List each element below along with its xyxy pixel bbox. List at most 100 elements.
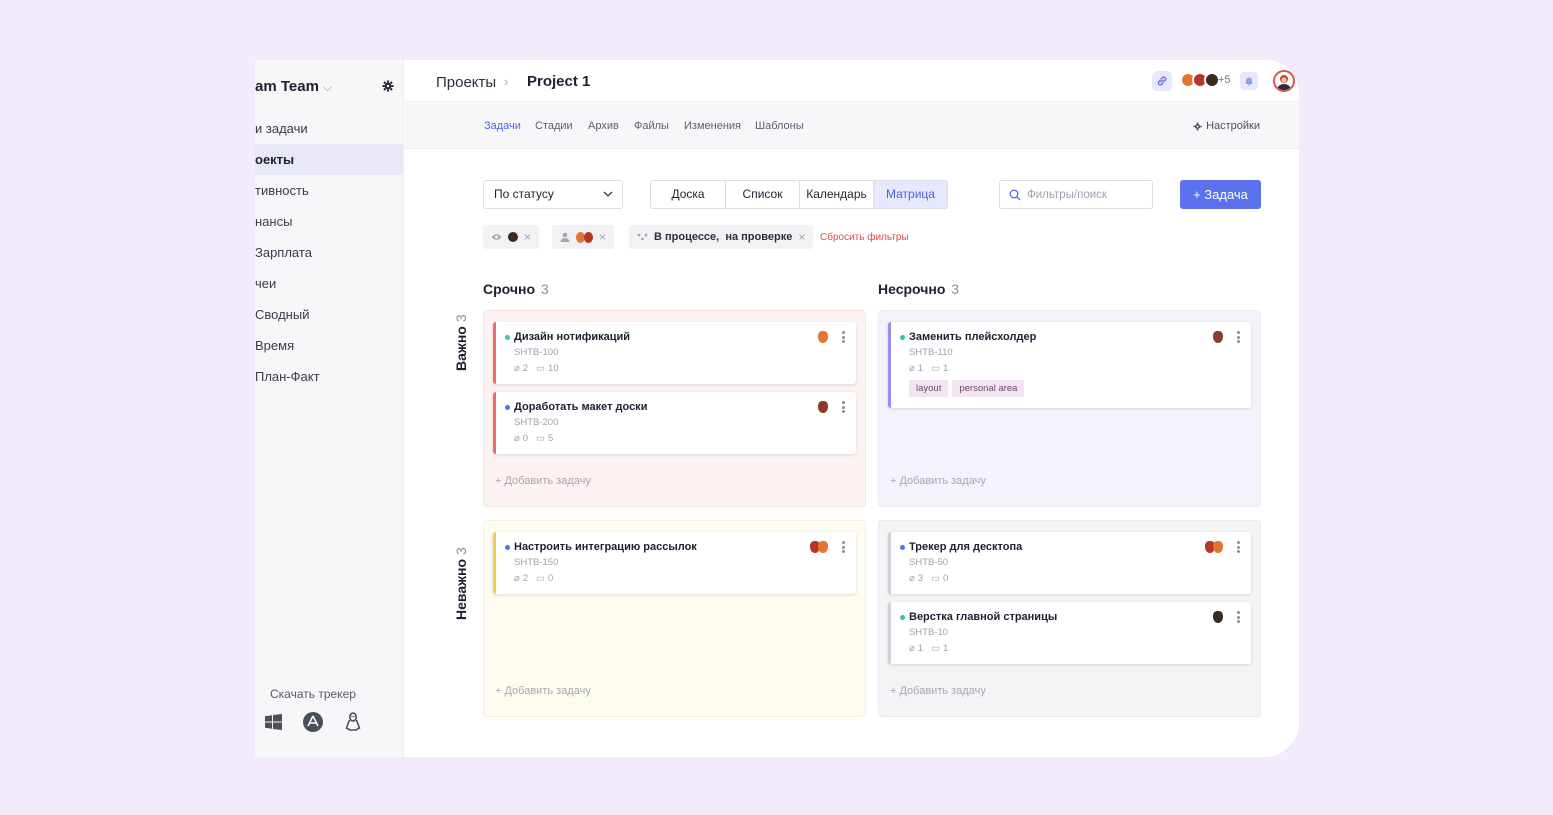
task-tags: layout personal area bbox=[909, 380, 1025, 397]
gear-icon bbox=[1193, 121, 1202, 131]
filter-chip-status[interactable]: В процессе, на проверке × bbox=[629, 225, 814, 249]
close-icon[interactable]: × bbox=[798, 230, 805, 244]
add-task-link[interactable]: + Добавить задачу bbox=[890, 685, 986, 697]
task-card[interactable]: Дизайн нотификаций SHTB-100 ⌀ 2 ▭ 10 bbox=[493, 322, 856, 384]
comment-icon: ▭ bbox=[931, 363, 941, 374]
close-icon[interactable]: × bbox=[524, 230, 531, 244]
more-menu-icon[interactable] bbox=[842, 541, 846, 553]
comments-count: 0 bbox=[548, 573, 554, 584]
sidebar-item-finance[interactable]: нансы bbox=[255, 206, 403, 237]
assignee-avatars bbox=[818, 401, 828, 413]
sidebar-item-projects[interactable]: оекты bbox=[255, 144, 403, 175]
search-input[interactable]: Фильтры/поиск bbox=[999, 180, 1153, 209]
add-task-link[interactable]: + Добавить задачу bbox=[890, 475, 986, 487]
attachments-count: 1 bbox=[917, 643, 924, 654]
sidebar-item-label: оекты bbox=[255, 152, 295, 167]
column-count: 3 bbox=[951, 281, 960, 297]
sidebar-item-label: План-Факт bbox=[255, 369, 320, 384]
sidebar-item-salary[interactable]: Зарплата bbox=[255, 237, 403, 268]
project-members[interactable] bbox=[1180, 72, 1220, 88]
quadrant-not-urgent-important: Заменить плейсхолдер SHTB-110 ⌀ 1 ▭ 1 layo… bbox=[878, 310, 1261, 507]
more-menu-icon[interactable] bbox=[1237, 541, 1241, 553]
close-icon[interactable]: × bbox=[599, 230, 606, 244]
sidebar-item-label: Зарплата bbox=[255, 245, 312, 260]
task-card[interactable]: Трекер для десктопа SHTB-50 ⌀ 3 ▭ 0 bbox=[888, 532, 1251, 594]
row-title-important: Важно 3 bbox=[453, 314, 469, 371]
breadcrumb-projects[interactable]: Проекты bbox=[436, 74, 496, 91]
row-title-label: Важно bbox=[453, 326, 469, 371]
task-card[interactable]: Заменить плейсхолдер SHTB-110 ⌀ 1 ▭ 1 layo… bbox=[888, 322, 1251, 408]
filter-chip-observer[interactable]: × bbox=[483, 225, 540, 249]
sidebar-item-summary[interactable]: Сводный bbox=[255, 299, 403, 330]
tab-files[interactable]: Файлы bbox=[634, 120, 669, 132]
column-count: 3 bbox=[540, 281, 549, 297]
appstore-icon[interactable] bbox=[303, 712, 323, 732]
sidebar-item-tasks[interactable]: и задачи bbox=[255, 113, 403, 144]
view-calendar-button[interactable]: Календарь bbox=[800, 181, 874, 208]
assignee-avatars bbox=[1213, 611, 1223, 623]
windows-icon[interactable] bbox=[263, 712, 283, 732]
more-menu-icon[interactable] bbox=[842, 331, 846, 343]
paperclip-icon: ⌀ bbox=[514, 363, 520, 374]
task-card[interactable]: Доработать макет доски SHTB-200 ⌀ 0 ▭ 5 bbox=[493, 392, 856, 454]
gear-icon[interactable] bbox=[382, 80, 394, 92]
task-meta: ⌀ 0 ▭ 5 bbox=[514, 433, 553, 444]
sidebar-item-label: Сводный bbox=[255, 307, 310, 322]
members-more-count[interactable]: +5 bbox=[1218, 74, 1231, 86]
task-meta: ⌀ 1 ▭ 1 bbox=[909, 643, 948, 654]
sidebar-item-activity[interactable]: тивность bbox=[255, 175, 403, 206]
add-task-link[interactable]: + Добавить задачу bbox=[495, 685, 591, 697]
comments-count: 5 bbox=[548, 433, 554, 444]
row-title-unimportant: Неважно 3 bbox=[453, 547, 469, 620]
task-card[interactable]: Верстка главной страницы SHTB-10 ⌀ 1 ▭ 1 bbox=[888, 602, 1251, 664]
comments-count: 1 bbox=[943, 363, 949, 374]
sidebar-item-time[interactable]: Время bbox=[255, 330, 403, 361]
link-icon[interactable] bbox=[1152, 71, 1172, 91]
avatar bbox=[818, 331, 828, 343]
reset-filters-link[interactable]: Сбросить фильтры bbox=[820, 232, 909, 243]
comments-count: 0 bbox=[943, 573, 949, 584]
tab-changes[interactable]: Изменения bbox=[684, 120, 741, 132]
tag[interactable]: personal area bbox=[952, 380, 1025, 397]
more-menu-icon[interactable] bbox=[1237, 331, 1241, 343]
task-meta: ⌀ 1 ▭ 1 bbox=[909, 363, 948, 374]
status-dot bbox=[505, 545, 510, 550]
task-card[interactable]: Настроить интеграцию рассылок SHTB-150 ⌀… bbox=[493, 532, 856, 594]
add-task-button[interactable]: + Задача bbox=[1180, 180, 1261, 209]
sidebar-item-accounts[interactable]: чеи bbox=[255, 268, 403, 299]
status-dot bbox=[900, 335, 905, 340]
tab-archive[interactable]: Архив bbox=[588, 120, 619, 132]
view-board-button[interactable]: Доска bbox=[651, 181, 726, 208]
status-dot bbox=[900, 545, 905, 550]
bell-icon[interactable] bbox=[1240, 72, 1258, 90]
comment-icon: ▭ bbox=[931, 573, 941, 584]
tab-templates[interactable]: Шаблоны bbox=[755, 120, 804, 132]
more-menu-icon[interactable] bbox=[1237, 611, 1241, 623]
assignee-avatars bbox=[1205, 541, 1223, 553]
user-avatar[interactable] bbox=[1273, 70, 1295, 92]
group-by-select[interactable]: По статусу bbox=[483, 180, 623, 209]
more-menu-icon[interactable] bbox=[842, 401, 846, 413]
avatar bbox=[1213, 331, 1223, 343]
task-code: SHTB-150 bbox=[514, 557, 559, 568]
sidebar-item-label: чеи bbox=[255, 276, 277, 291]
comment-icon: ▭ bbox=[931, 643, 941, 654]
view-matrix-button[interactable]: Матрица bbox=[874, 181, 947, 208]
sidebar-item-label: тивность bbox=[255, 183, 309, 198]
avatar bbox=[1213, 541, 1223, 553]
filter-chip-assignee[interactable]: × bbox=[552, 225, 615, 249]
tag[interactable]: layout bbox=[909, 380, 949, 397]
linux-icon[interactable] bbox=[343, 712, 363, 732]
view-switcher: Доска Список Календарь Матрица bbox=[650, 180, 948, 209]
sidebar-item-plan-fact[interactable]: План-Факт bbox=[255, 361, 403, 392]
tab-stages[interactable]: Стадии bbox=[535, 120, 573, 132]
view-list-button[interactable]: Список bbox=[726, 181, 800, 208]
tab-tasks[interactable]: Задачи bbox=[484, 120, 521, 132]
settings-button[interactable]: Настройки bbox=[1193, 120, 1260, 132]
comment-icon: ▭ bbox=[536, 573, 546, 584]
page-title: Project 1 bbox=[527, 73, 591, 90]
add-task-link[interactable]: + Добавить задачу bbox=[495, 475, 591, 487]
team-switcher[interactable]: am Team ⌵ bbox=[255, 78, 332, 95]
quadrant-urgent-unimportant: Настроить интеграцию рассылок SHTB-150 ⌀… bbox=[483, 520, 866, 717]
settings-label: Настройки bbox=[1206, 120, 1260, 132]
